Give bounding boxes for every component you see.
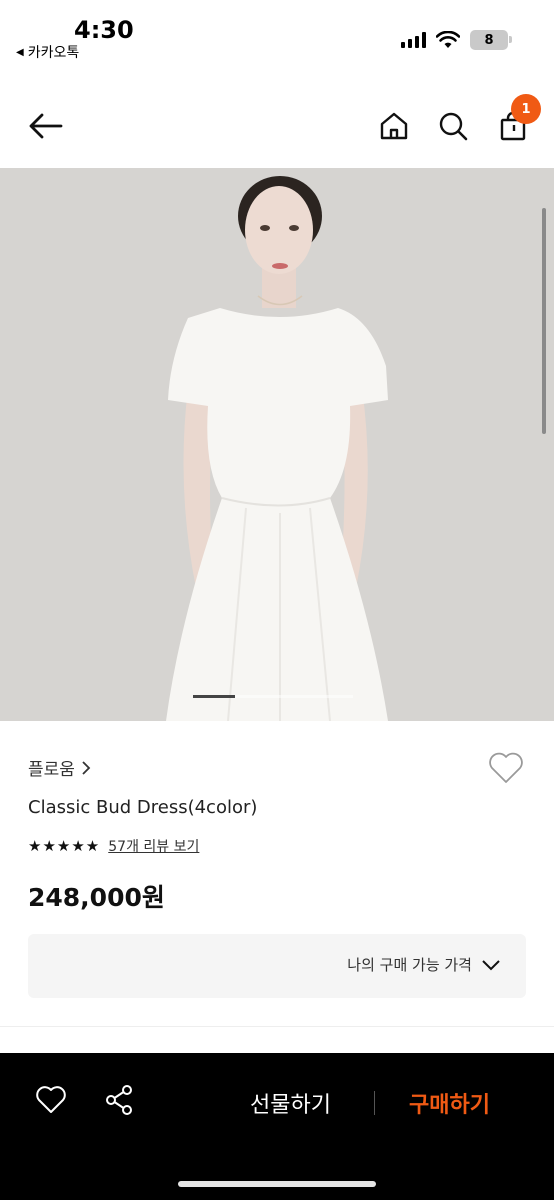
status-time: 4:30 — [74, 16, 134, 44]
chevron-down-icon — [482, 960, 500, 971]
cart-count-badge: 1 — [511, 94, 541, 124]
search-button[interactable] — [433, 106, 473, 146]
gift-button[interactable]: 선물하기 — [250, 1087, 331, 1119]
back-to-app-link[interactable]: ◀ 카카오톡 — [16, 42, 79, 62]
rating-stars: ★★★★★ — [28, 837, 101, 855]
arrow-left-icon — [29, 113, 63, 139]
home-button[interactable] — [374, 106, 414, 146]
back-button[interactable] — [25, 106, 65, 146]
bottom-wishlist-button[interactable] — [34, 1083, 68, 1117]
my-price-dropdown[interactable]: 나의 구매 가능 가격 — [28, 934, 526, 998]
buy-button[interactable]: 구매하기 — [409, 1087, 490, 1119]
rating-row: ★★★★★ 57개 리뷰 보기 — [28, 836, 199, 856]
product-image[interactable] — [0, 168, 554, 721]
cellular-signal-icon — [401, 32, 426, 48]
wishlist-button[interactable] — [486, 748, 526, 788]
section-divider — [0, 1026, 554, 1027]
status-bar: 4:30 ◀ 카카오톡 8 — [0, 0, 554, 70]
top-navbar — [0, 82, 554, 168]
battery-icon: 8 — [470, 30, 512, 50]
brand-link[interactable]: 플로움 — [28, 755, 91, 780]
heart-outline-icon — [489, 752, 523, 783]
home-icon — [380, 112, 408, 140]
wifi-icon — [436, 31, 460, 48]
bottom-separator — [374, 1091, 375, 1115]
heart-outline-icon — [36, 1086, 66, 1113]
back-triangle-icon: ◀ — [16, 46, 24, 58]
image-pager — [193, 695, 353, 698]
chevron-right-icon — [82, 760, 91, 775]
model-photo — [0, 168, 554, 721]
my-price-label: 나의 구매 가능 가격 — [347, 956, 472, 974]
share-button[interactable] — [102, 1083, 136, 1117]
bottom-action-bar: 선물하기 구매하기 — [0, 1053, 554, 1200]
product-name: Classic Bud Dress(4color) — [28, 797, 258, 818]
share-icon — [106, 1085, 132, 1115]
brand-name: 플로움 — [28, 760, 75, 780]
status-icons: 8 — [401, 30, 512, 50]
back-app-label: 카카오톡 — [27, 45, 80, 61]
vertical-scrollbar[interactable] — [542, 208, 546, 434]
product-price: 248,000원 — [28, 883, 165, 912]
image-pager-active — [193, 695, 235, 698]
search-icon — [439, 112, 468, 141]
home-indicator[interactable] — [178, 1181, 376, 1187]
review-link[interactable]: 57개 리뷰 보기 — [108, 836, 199, 856]
